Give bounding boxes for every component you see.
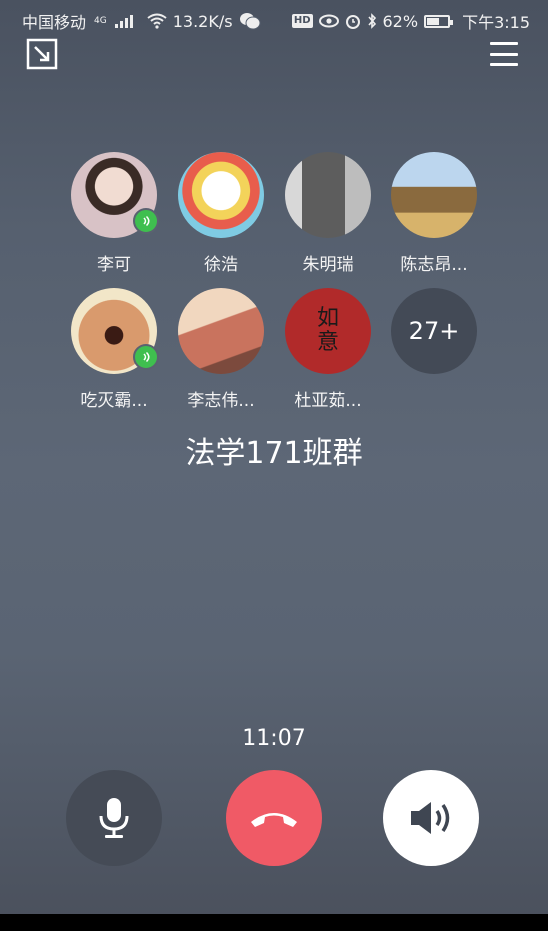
battery-percent: 62% — [382, 11, 419, 31]
group-name: 法学171班群 — [185, 436, 363, 471]
more-members-count: 27+ — [391, 288, 477, 374]
speaking-icon — [133, 208, 159, 234]
signal-icon — [114, 14, 133, 28]
avatar-calligraphy: 意 — [316, 330, 339, 355]
avatar — [178, 152, 264, 238]
speed-label: 13.2K/s — [172, 11, 233, 31]
hangup-button[interactable] — [226, 770, 322, 866]
avatar — [178, 288, 264, 374]
clock: 下午3:15 — [462, 13, 530, 32]
member-name: 李志伟... — [187, 391, 255, 411]
menu-line — [490, 52, 518, 56]
status-bar: 中国移动 4G 13.2K/s HD 62% 下午3:15 — [0, 0, 548, 38]
member-name: 陈志昂... — [400, 255, 468, 275]
member-name: 徐浩 — [204, 255, 238, 275]
member-item[interactable]: 李可 — [59, 152, 169, 275]
member-item[interactable]: 李志伟... — [166, 288, 276, 411]
minimize-button[interactable] — [26, 38, 58, 70]
hangup-icon — [251, 813, 297, 827]
minimize-icon — [26, 38, 58, 70]
mute-button[interactable] — [66, 770, 162, 866]
bluetooth-icon — [367, 13, 376, 29]
avatar — [285, 152, 371, 238]
alarm-icon — [345, 15, 360, 29]
member-item[interactable]: 如 意 杜亚茹... — [273, 288, 383, 411]
avatar — [391, 152, 477, 238]
battery-icon — [424, 14, 454, 28]
wifi-icon — [147, 13, 167, 29]
member-name: 吃灭霸... — [80, 391, 148, 411]
wechat-icon — [239, 13, 261, 30]
call-duration: 11:07 — [242, 726, 306, 751]
menu-line — [490, 42, 518, 45]
carrier-label: 中国移动 — [22, 13, 87, 32]
member-item[interactable]: 陈志昂... — [379, 152, 489, 275]
menu-button[interactable] — [490, 42, 518, 66]
hd-badge: HD — [291, 14, 313, 28]
member-name: 李可 — [97, 255, 131, 275]
speaker-icon — [411, 802, 450, 834]
menu-line — [490, 63, 518, 66]
member-item[interactable]: 朱明瑞 — [273, 152, 383, 275]
microphone-icon — [99, 798, 129, 838]
speaking-icon — [133, 344, 159, 370]
member-name: 杜亚茹... — [294, 391, 362, 411]
member-item[interactable]: 吃灭霸... — [59, 288, 169, 411]
speaker-button[interactable] — [383, 770, 479, 866]
member-name: 朱明瑞 — [302, 255, 354, 275]
avatar: 如 意 — [285, 288, 371, 374]
navigation-bar — [0, 914, 548, 931]
member-item[interactable]: 徐浩 — [166, 152, 276, 275]
avatar-calligraphy: 如 — [316, 305, 339, 331]
network-type-label: 4G — [94, 16, 107, 26]
more-members-button[interactable]: 27+ — [379, 288, 489, 374]
eye-icon — [318, 14, 339, 28]
